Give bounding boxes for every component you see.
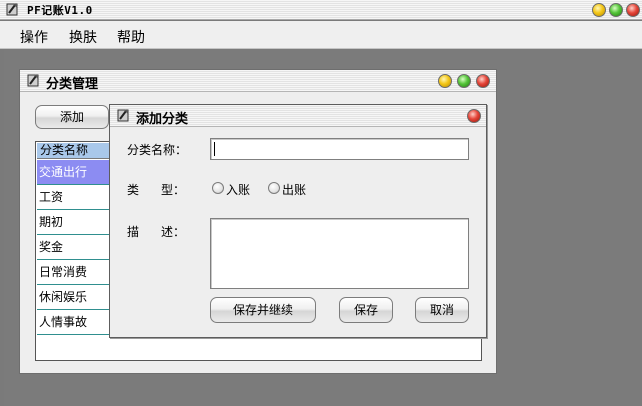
name-label: 分类名称： xyxy=(127,143,188,157)
add-dialog-titlebar[interactable]: 添加分类 xyxy=(110,105,486,127)
menu-skin[interactable]: 换肤 xyxy=(69,27,97,47)
category-close-button[interactable] xyxy=(476,74,490,88)
type-label-left: 类 xyxy=(127,183,140,197)
app-title: PF记账V1.0 xyxy=(27,4,93,17)
window-icon xyxy=(27,74,39,87)
save-button[interactable]: 保存 xyxy=(339,297,393,323)
save-and-continue-button[interactable]: 保存并继续 xyxy=(210,297,316,323)
main-titlebar[interactable]: PF记账V1.0 xyxy=(0,0,642,20)
menubar: 操作 换肤 帮助 xyxy=(0,21,642,49)
income-radio-label[interactable]: 入账 xyxy=(226,181,250,198)
menu-operate[interactable]: 操作 xyxy=(20,27,48,47)
desc-label-right: 述： xyxy=(161,225,186,239)
income-radio[interactable] xyxy=(212,182,224,194)
category-window-titlebar[interactable]: 分类管理 xyxy=(20,70,496,92)
minimize-button[interactable] xyxy=(592,3,606,17)
text-caret xyxy=(214,142,215,156)
add-dialog-title: 添加分类 xyxy=(136,112,189,127)
description-textarea[interactable] xyxy=(210,218,469,289)
menu-help[interactable]: 帮助 xyxy=(117,27,145,47)
app-icon xyxy=(6,3,18,16)
expense-radio[interactable] xyxy=(268,182,280,194)
maximize-button[interactable] xyxy=(609,3,623,17)
type-label-right: 型： xyxy=(161,183,186,197)
add-category-button[interactable]: 添加 xyxy=(35,105,109,129)
desc-label-left: 描 xyxy=(127,225,140,239)
category-minimize-button[interactable] xyxy=(438,74,452,88)
dialog-icon xyxy=(117,109,129,122)
add-dialog-close-button[interactable] xyxy=(467,109,481,123)
expense-radio-label[interactable]: 出账 xyxy=(282,181,306,198)
category-name-input[interactable] xyxy=(210,138,469,160)
add-category-dialog: 添加分类 分类名称： 类 型： 入账 出账 描 述： 保存并继续 保存 取消 xyxy=(109,104,487,338)
category-window-title: 分类管理 xyxy=(46,77,99,92)
category-maximize-button[interactable] xyxy=(457,74,471,88)
cancel-button[interactable]: 取消 xyxy=(415,297,469,323)
close-button[interactable] xyxy=(626,3,640,17)
